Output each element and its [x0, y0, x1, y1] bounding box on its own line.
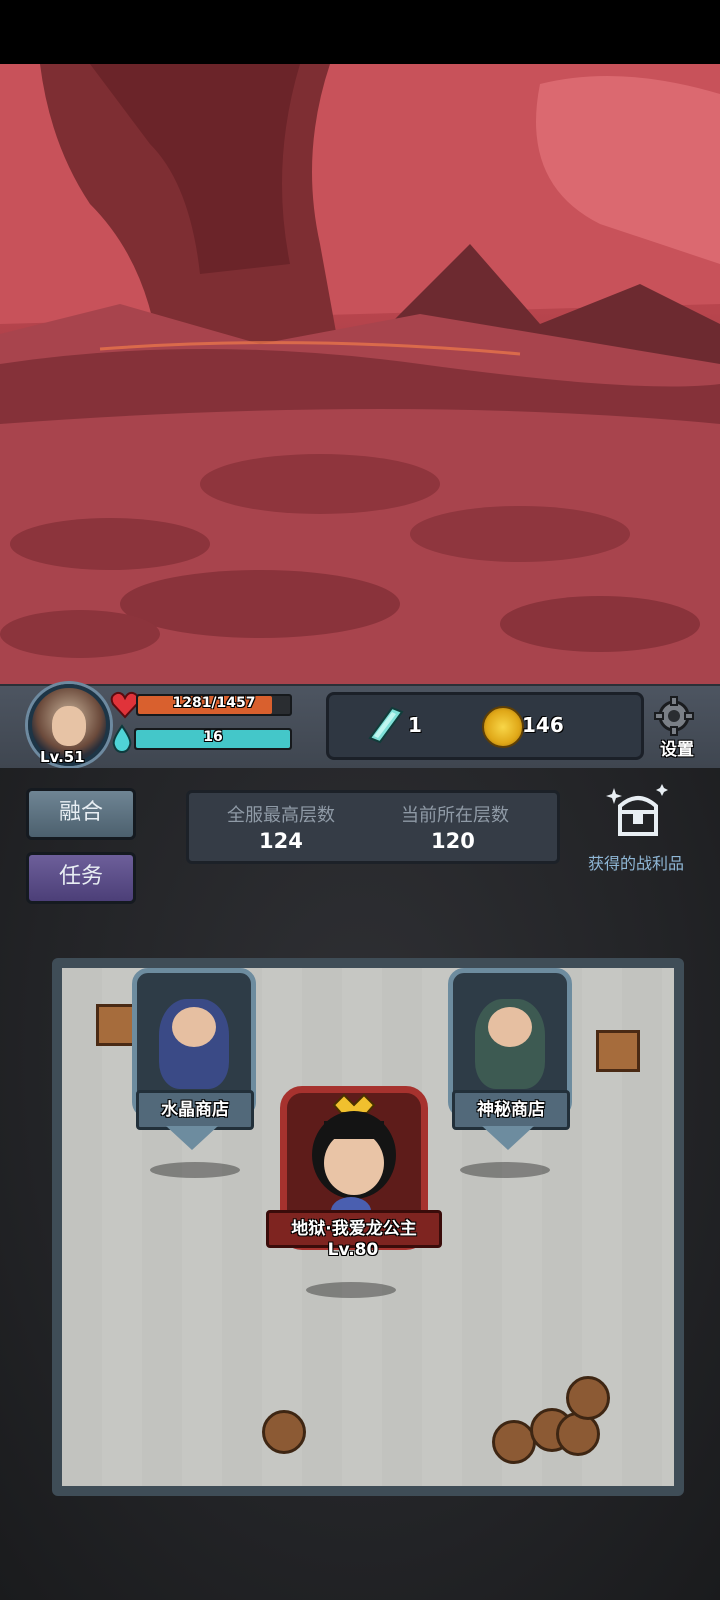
mp-text: 16 [203, 729, 223, 745]
current-floor-label: 当前所在层数 [401, 805, 509, 826]
gold-coin-icon[interactable] [482, 706, 524, 748]
crystal-icon[interactable] [364, 702, 408, 746]
task-button[interactable]: 任务 [26, 852, 136, 904]
hp-bar: 1281/1457 [136, 694, 292, 716]
npc-pointer [166, 1126, 218, 1150]
mystery-shop-label[interactable]: 神秘商店 [452, 1090, 570, 1130]
gear-icon[interactable] [654, 696, 694, 736]
gold-coin-count: 146 [522, 713, 564, 737]
boss-shadow [306, 1282, 396, 1298]
settings-button[interactable]: 设置 [660, 735, 694, 760]
wooden-crate [596, 1030, 640, 1072]
player-level: Lv.51 [40, 748, 85, 766]
loot-label[interactable]: 获得的战利品 [588, 850, 684, 874]
hp-text: 1281/1457 [172, 695, 256, 711]
wooden-barrel [566, 1376, 610, 1420]
npc-face [172, 1007, 216, 1047]
mana-drop-icon [112, 724, 132, 754]
server-max-floor-value: 124 [259, 829, 303, 853]
merge-button[interactable]: 融合 [26, 788, 136, 840]
avatar-face [52, 706, 86, 746]
crystal-count: 1 [408, 713, 422, 737]
boss-level: Lv.80 [327, 1240, 379, 1260]
npc-shadow [150, 1162, 240, 1178]
npc-face [488, 1007, 532, 1047]
crystal-shop-label[interactable]: 水晶商店 [136, 1090, 254, 1130]
server-max-floor-label: 全服最高层数 [227, 805, 335, 826]
floor-info-panel: 全服最高层数 124 当前所在层数 120 [186, 790, 560, 864]
npc-pointer [482, 1126, 534, 1150]
npc-shadow [460, 1162, 550, 1178]
current-floor-value: 120 [431, 829, 475, 853]
status-bar [0, 0, 720, 64]
mp-bar: 16 [134, 728, 292, 750]
wooden-barrel [262, 1410, 306, 1454]
battle-scene [0, 64, 720, 684]
treasure-chest-icon[interactable] [606, 784, 670, 840]
hell-landscape-illustration [0, 64, 720, 684]
